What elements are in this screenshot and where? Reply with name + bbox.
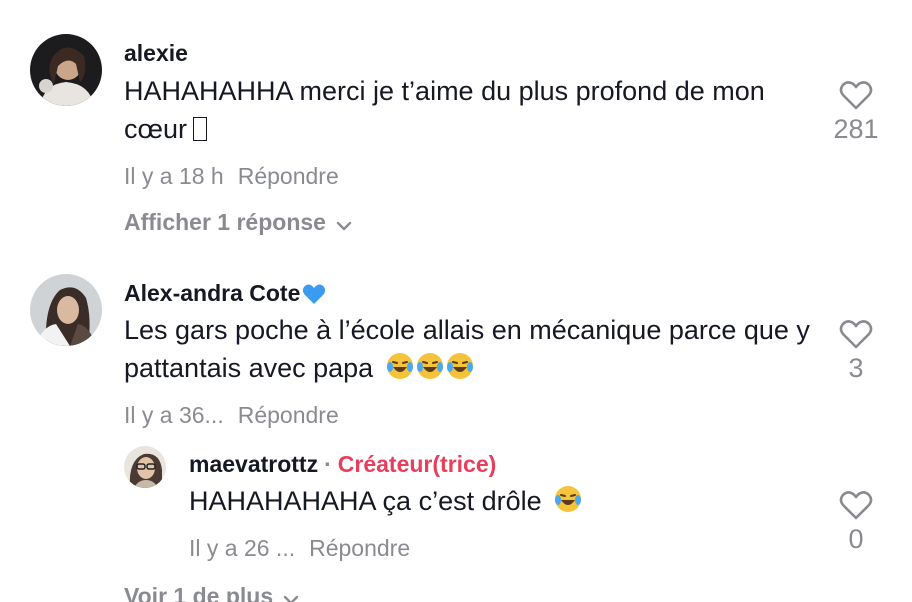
avatar[interactable] — [30, 34, 102, 106]
like-count: 0 — [848, 524, 864, 554]
comment-username[interactable]: Alex-andra Cote — [124, 280, 326, 311]
comment-text: HAHAHAHHA merci je t’aime du plus profon… — [124, 72, 804, 148]
laughing-tears-emoji-icon — [385, 351, 415, 391]
show-more-replies-label: Voir 1 de plus — [124, 583, 274, 602]
avatar[interactable] — [124, 446, 166, 488]
comment-timestamp: Il y a 18 h — [124, 163, 224, 189]
separator-dot: · — [324, 451, 332, 477]
reply-meta: Il y a 26 ... Répondre — [189, 535, 410, 562]
comment-username[interactable]: alexie — [124, 40, 188, 67]
reply-username-text: maevatrottz — [189, 451, 319, 477]
reply-button[interactable]: Répondre — [238, 163, 339, 189]
comment-meta: Il y a 36... Répondre — [124, 402, 339, 429]
show-more-replies-button[interactable]: Voir 1 de plus — [124, 583, 299, 602]
like-button[interactable]: 0 — [826, 490, 886, 555]
reply-timestamp: Il y a 26 ... — [189, 535, 296, 561]
like-button[interactable]: 3 — [826, 319, 886, 384]
heart-outline-icon — [826, 319, 886, 349]
like-count: 3 — [848, 353, 864, 383]
reply-text: HAHAHAHAHA ça c’est drôle — [189, 482, 809, 524]
comment-username-text: Alex-andra Cote — [124, 280, 301, 306]
chevron-down-icon — [336, 210, 352, 237]
laughing-tears-emoji-icon — [553, 484, 583, 524]
blue-heart-icon — [302, 283, 326, 311]
show-replies-button[interactable]: Afficher 1 réponse — [124, 209, 352, 237]
heart-outline-icon — [826, 80, 886, 110]
like-count: 281 — [833, 114, 879, 144]
comment-meta: Il y a 18 h Répondre — [124, 163, 339, 190]
laughing-tears-emoji-icon — [445, 351, 475, 391]
avatar[interactable] — [30, 274, 102, 346]
comments-panel: alexie HAHAHAHHA merci je t’aime du plus… — [0, 0, 912, 602]
comment-timestamp: Il y a 36... — [124, 402, 224, 428]
comment-text: Les gars poche à l’école allais en mécan… — [124, 311, 814, 391]
missing-glyph-icon — [193, 117, 207, 141]
show-replies-label: Afficher 1 réponse — [124, 209, 326, 235]
creator-badge: Créateur(trice) — [337, 451, 497, 477]
like-button[interactable]: 281 — [826, 80, 886, 145]
reply-button[interactable]: Répondre — [238, 402, 339, 428]
heart-outline-icon — [826, 490, 886, 520]
reply-username[interactable]: maevatrottz · Créateur(trice) — [189, 451, 496, 478]
laughing-tears-emoji-icon — [415, 351, 445, 391]
reply-text-content: HAHAHAHAHA ça c’est drôle — [189, 486, 542, 516]
reply-button[interactable]: Répondre — [309, 535, 410, 561]
comment-text-content: HAHAHAHHA merci je t’aime du plus profon… — [124, 76, 765, 144]
chevron-down-icon — [283, 584, 299, 602]
